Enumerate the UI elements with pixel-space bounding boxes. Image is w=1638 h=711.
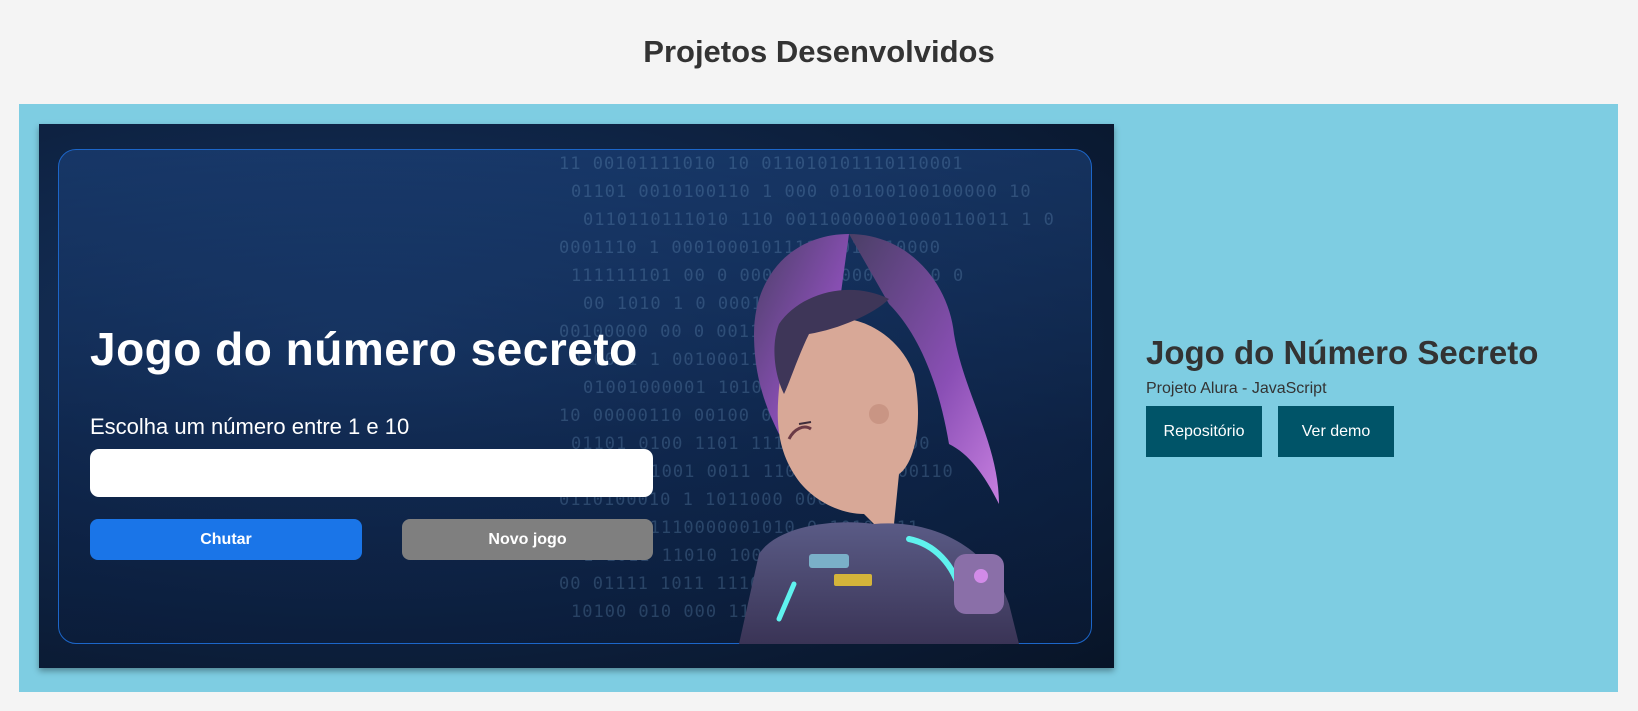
- binary-row: 11 00101111010 10 011010101110110001: [559, 154, 964, 174]
- new-game-button: Novo jogo: [402, 519, 653, 560]
- repository-button[interactable]: Repositório: [1146, 406, 1262, 457]
- game-prompt: Escolha um número entre 1 e 10: [90, 414, 410, 439]
- project-info: Jogo do Número Secreto Projeto Alura - J…: [1146, 334, 1538, 457]
- character-illustration: [739, 234, 1019, 644]
- section-title: Projetos Desenvolvidos: [643, 34, 995, 69]
- view-demo-button[interactable]: Ver demo: [1278, 406, 1394, 457]
- guess-input: [90, 449, 653, 497]
- game-title: Jogo do número secreto: [90, 323, 638, 375]
- binary-row: 01101 0010100110 1 000 010100100100000 1…: [571, 182, 1032, 202]
- project-name: Jogo do Número Secreto: [1146, 334, 1539, 371]
- project-card: 11 00101111010 10 011010101110110001 0110…: [19, 104, 1618, 692]
- project-subtitle: Projeto Alura - JavaScript: [1146, 380, 1327, 397]
- project-preview-image: 11 00101111010 10 011010101110110001 0110…: [39, 124, 1114, 668]
- project-actions: Repositório Ver demo: [1146, 406, 1538, 457]
- guess-button: Chutar: [90, 519, 362, 560]
